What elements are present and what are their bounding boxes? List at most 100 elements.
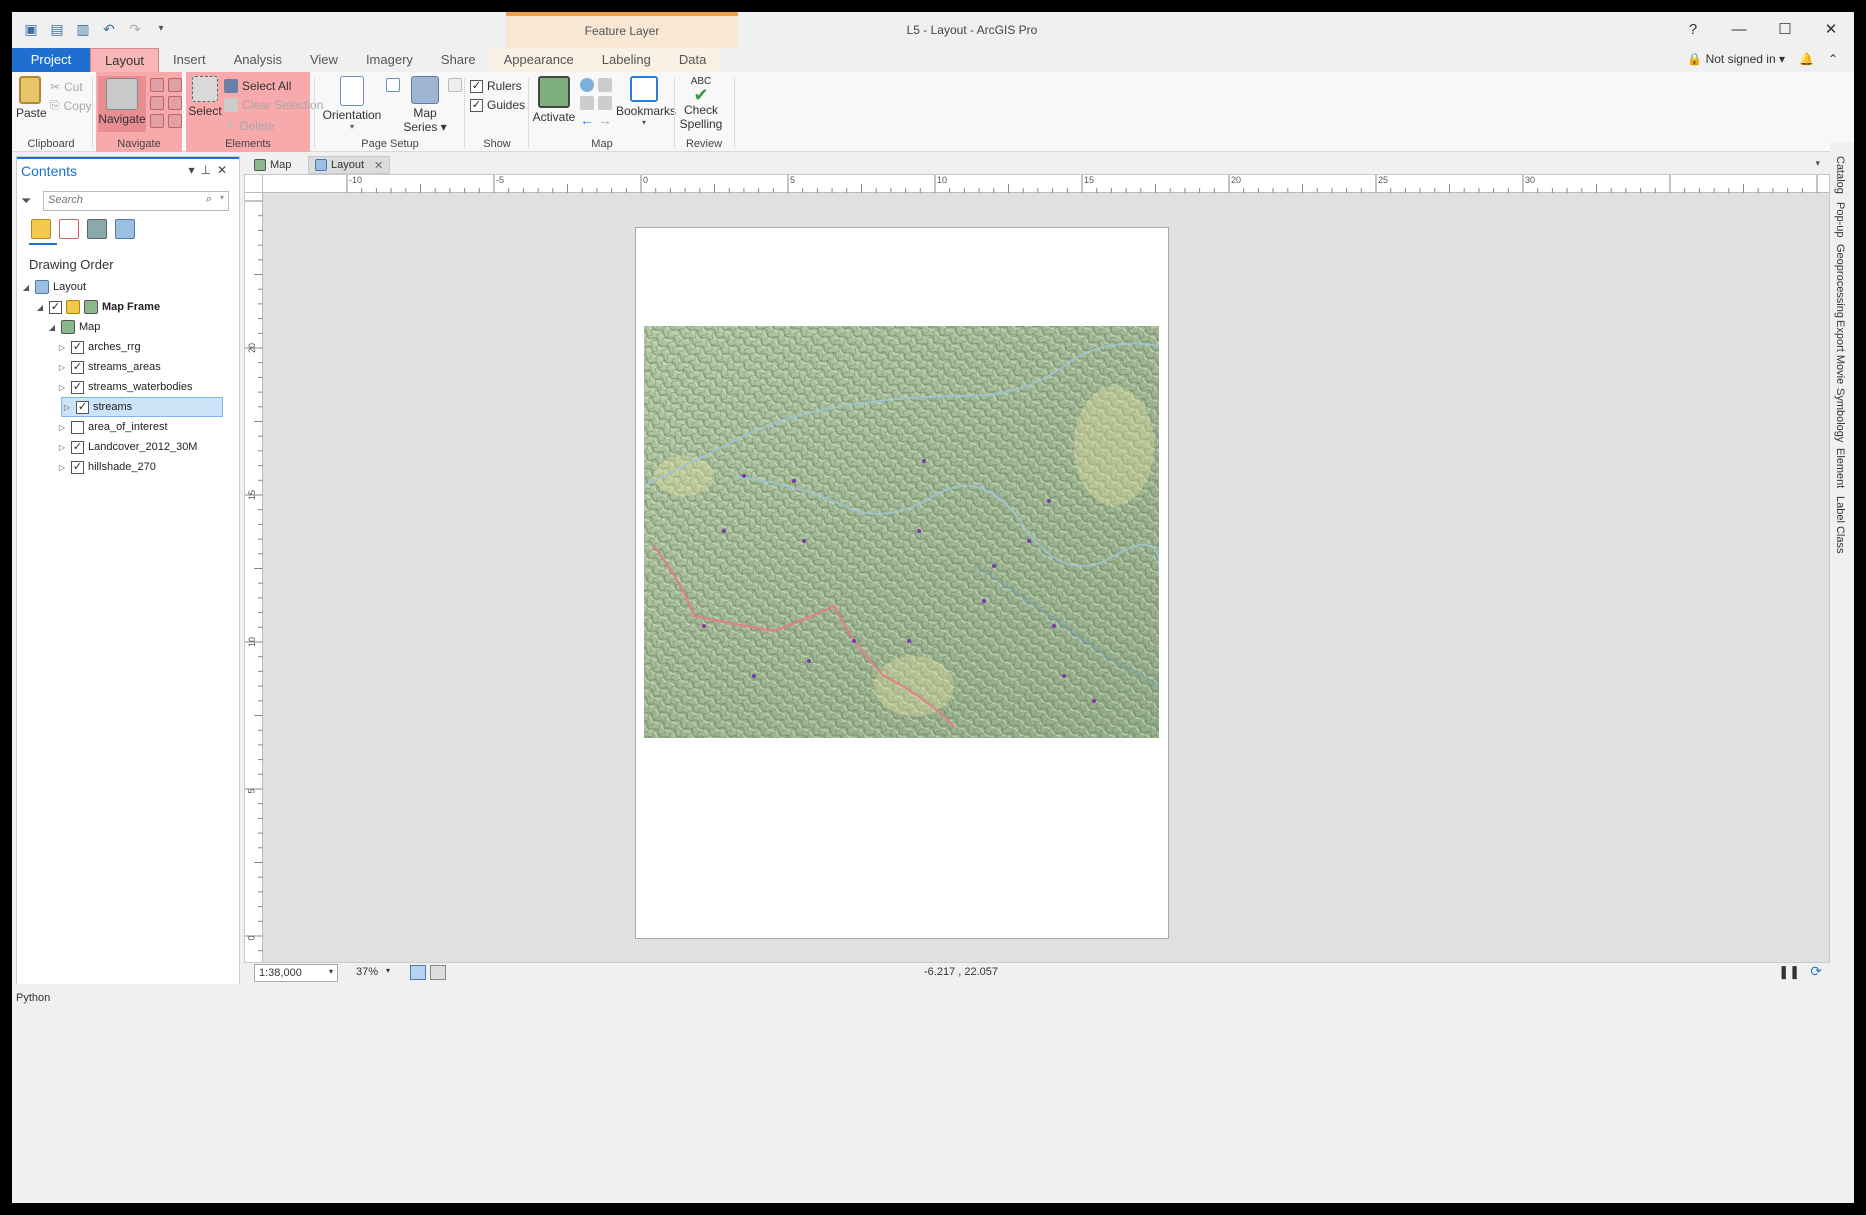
sign-in-status[interactable]: 🔒 Not signed in ▾ — [1687, 52, 1785, 66]
navigate-button[interactable]: Navigate — [98, 76, 146, 132]
collapse-arrow-icon[interactable]: ◢ — [35, 303, 45, 312]
python-tab[interactable]: Python — [16, 992, 50, 1004]
tab-share[interactable]: Share — [427, 48, 490, 72]
doc-tab-map[interactable]: Map — [248, 156, 297, 174]
full-extent-icon[interactable] — [580, 78, 594, 92]
list-by-drawing-order-icon[interactable] — [31, 219, 51, 239]
tree-item-map-frame[interactable]: ◢ ✓ Map Frame — [35, 297, 160, 317]
zoom-full-icon[interactable] — [168, 78, 182, 92]
search-field[interactable]: ⌕ ▾ — [43, 191, 229, 211]
close-tab-icon[interactable]: ✕ — [374, 159, 383, 172]
orientation-button[interactable]: Orientation ▾ — [320, 76, 384, 131]
map-series-options-icon[interactable] — [448, 78, 462, 92]
pin-icon[interactable]: ⊥ — [200, 163, 216, 177]
layer-row[interactable]: ▷ area_of_interest — [57, 417, 168, 437]
open-project-icon[interactable]: ▤ — [48, 20, 66, 38]
search-icon[interactable]: ⌕ — [206, 193, 212, 206]
layer-row[interactable]: ▷ ✓ streams_waterbodies — [57, 377, 193, 397]
help-button[interactable]: ? — [1670, 12, 1716, 48]
pane-menu-icon[interactable]: ▾ — [188, 163, 200, 177]
tab-list-dropdown-icon[interactable]: ▾ — [1815, 158, 1820, 169]
collapse-arrow-icon[interactable]: ◢ — [21, 283, 31, 292]
layer-checkbox[interactable]: ✓ — [76, 400, 89, 414]
layer-row[interactable]: ▷ ✓ streams_areas — [57, 357, 161, 377]
expand-arrow-icon[interactable]: ▷ — [62, 403, 72, 412]
list-by-selection-icon[interactable] — [87, 219, 107, 239]
save-icon[interactable]: ▥ — [74, 20, 92, 38]
guides-checkbox[interactable]: ✓ Guides — [470, 98, 525, 112]
back-arrow-icon[interactable]: ← — [580, 112, 594, 128]
tab-insert[interactable]: Insert — [159, 48, 220, 72]
pane-tab-popup[interactable]: Pop-up — [1834, 202, 1846, 237]
collapse-arrow-icon[interactable]: ◢ — [47, 323, 57, 332]
close-button[interactable]: ✕ — [1808, 12, 1854, 48]
next-extent-icon[interactable] — [168, 114, 182, 128]
expand-arrow-icon[interactable]: ▷ — [57, 343, 67, 352]
grid-icon[interactable] — [430, 965, 446, 980]
layer-row[interactable]: ▷ ✓ arches_rrg — [57, 337, 141, 357]
pane-tab-catalog[interactable]: Catalog — [1834, 156, 1846, 194]
map-frame-checkbox[interactable]: ✓ — [49, 300, 62, 314]
redo-icon[interactable]: ↷ — [126, 20, 144, 38]
pane-tab-element[interactable]: Element — [1834, 448, 1846, 488]
pane-tab-geoprocessing[interactable]: Geoprocessing — [1834, 244, 1846, 318]
customize-qat-icon[interactable]: ▾ — [152, 20, 170, 38]
expand-arrow-icon[interactable]: ▷ — [57, 423, 67, 432]
layer-row[interactable]: ▷ ✓ hillshade_270 — [57, 457, 156, 477]
doc-tab-layout[interactable]: Layout ✕ — [308, 156, 391, 174]
tab-view[interactable]: View — [296, 48, 352, 72]
zoom-in-fixed-icon[interactable] — [580, 96, 594, 110]
layer-checkbox[interactable]: ✓ — [71, 380, 84, 394]
layer-checkbox[interactable]: ✓ — [71, 440, 84, 454]
search-input[interactable] — [48, 194, 198, 206]
tree-item-layout[interactable]: ◢ Layout — [21, 277, 86, 297]
zoom-100-icon[interactable] — [150, 96, 164, 110]
layer-checkbox[interactable]: ✓ — [71, 460, 84, 474]
list-by-editing-icon[interactable] — [115, 219, 135, 239]
bookmarks-button[interactable]: Bookmarks ▾ — [616, 76, 676, 127]
tab-imagery[interactable]: Imagery — [352, 48, 427, 72]
zoom-selector[interactable]: 37% ▾ — [352, 964, 392, 982]
zoom-out-fixed-icon[interactable] — [598, 96, 612, 110]
copy-button[interactable]: ⎘ Copy — [50, 98, 92, 113]
layer-row-selected[interactable]: ▷ ✓ streams — [61, 397, 223, 417]
layer-checkbox[interactable]: ✓ — [71, 340, 84, 354]
close-pane-icon[interactable]: ✕ — [217, 163, 233, 177]
tab-appearance[interactable]: Appearance — [489, 48, 588, 72]
tab-labeling[interactable]: Labeling — [587, 48, 665, 72]
snap-to-guides-icon[interactable] — [410, 965, 426, 980]
map-frame[interactable] — [644, 326, 1159, 738]
tab-analysis[interactable]: Analysis — [220, 48, 296, 72]
expand-arrow-icon[interactable]: ▷ — [57, 443, 67, 452]
tab-layout[interactable]: Layout — [90, 48, 160, 72]
check-spelling-button[interactable]: ABC ✔ Check Spelling — [676, 76, 726, 131]
new-project-icon[interactable]: ▣ — [22, 20, 40, 38]
page-size-icon[interactable] — [386, 78, 400, 92]
pause-drawing-icon[interactable]: ❚❚ — [1778, 964, 1800, 980]
search-options-icon[interactable]: ▾ — [220, 193, 224, 202]
clear-selection-button[interactable]: Clear Selection — [224, 98, 323, 112]
notifications-bell-icon[interactable]: 🔔 — [1799, 52, 1814, 66]
layer-row[interactable]: ▷ ✓ Landcover_2012_30M — [57, 437, 197, 457]
filter-icon[interactable]: ⏷ — [21, 193, 31, 209]
fixed-zoom-icon[interactable] — [598, 78, 612, 92]
list-by-source-icon[interactable] — [59, 219, 79, 239]
horizontal-ruler[interactable]: -10 -5 0 5 10 15 20 25 30 — [263, 175, 1829, 193]
expand-arrow-icon[interactable]: ▷ — [57, 383, 67, 392]
collapse-ribbon-icon[interactable]: ⌃ — [1828, 52, 1838, 66]
tree-item-map[interactable]: ◢ Map — [47, 317, 100, 337]
vertical-ruler[interactable]: 20 15 10 5 0 — [245, 193, 263, 981]
layer-checkbox[interactable]: ✓ — [71, 360, 84, 374]
expand-arrow-icon[interactable]: ▷ — [57, 463, 67, 472]
zoom-width-icon[interactable] — [168, 96, 182, 110]
undo-icon[interactable]: ↶ — [100, 20, 118, 38]
scale-selector[interactable]: 1:38,000 ▾ — [254, 964, 338, 982]
cut-button[interactable]: ✂ Cut — [50, 80, 83, 94]
paste-button[interactable]: Paste — [16, 76, 47, 120]
tab-data[interactable]: Data — [664, 48, 721, 72]
tab-project[interactable]: Project — [12, 48, 90, 72]
rulers-checkbox[interactable]: ✓ Rulers — [470, 79, 522, 93]
pane-tab-export-movie[interactable]: Export Movie — [1834, 320, 1846, 384]
forward-arrow-icon[interactable]: → — [598, 112, 612, 128]
pane-tab-label-class[interactable]: Label Class — [1834, 496, 1846, 553]
